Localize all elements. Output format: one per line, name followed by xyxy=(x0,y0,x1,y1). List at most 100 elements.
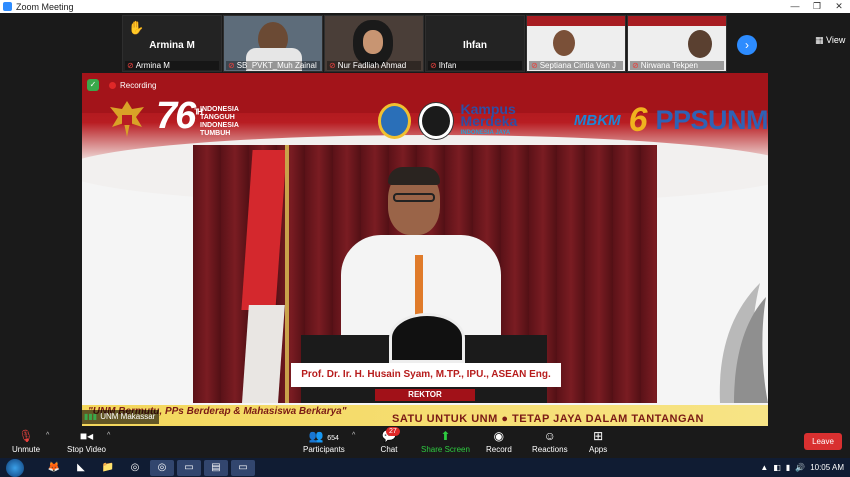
participant-video-banner xyxy=(527,16,625,26)
view-button[interactable]: ▦ View xyxy=(815,35,845,46)
speaker-nameplate: Prof. Dr. Ir. H. Husain Syam, M.TP., IPU… xyxy=(291,363,561,387)
maximize-button[interactable]: ❐ xyxy=(806,0,828,13)
chat-button[interactable]: 💬 27 Chat xyxy=(378,427,400,454)
participant-tile[interactable]: ⊘ Septiana Cintia Van J xyxy=(526,15,626,72)
slogan-text: SATU UNTUK UNM ● TETAP JAYA DALAM TANTAN… xyxy=(392,413,704,425)
next-page-icon[interactable]: › xyxy=(737,35,757,55)
building-illustration-icon xyxy=(719,283,768,403)
six-anniversary-logo: 6 xyxy=(628,101,648,139)
network-icon[interactable]: ▮ xyxy=(786,463,790,472)
participant-label: ⊘ SB_PVKT_Muh Zainal xyxy=(226,61,320,70)
participant-video-face xyxy=(363,30,383,54)
tagline-line: TANGGUH xyxy=(200,114,235,121)
muted-mic-icon: ⊘ xyxy=(228,61,235,70)
apps-icon: ⊞ xyxy=(593,429,604,443)
chat-unread-badge: 27 xyxy=(386,427,400,436)
unmute-label: Unmute xyxy=(12,445,41,454)
signal-bars-icon: ▮▮▮ xyxy=(84,412,98,421)
mbkm-logo: MBKM xyxy=(573,112,621,129)
participant-tile[interactable]: Ihfan ⊘ Ihfan xyxy=(425,15,525,72)
video-camera-icon: ■◂ xyxy=(79,429,94,443)
muted-mic-icon: ⊘ xyxy=(329,61,336,70)
unm-logo-icon xyxy=(419,102,453,139)
recording-label: Recording xyxy=(120,80,157,90)
video-options-chevron-icon[interactable]: ^ xyxy=(107,432,110,439)
muted-mic-icon: ⊘ xyxy=(531,61,538,70)
close-button[interactable]: ✕ xyxy=(828,0,850,13)
recording-indicator: ✓ Recording xyxy=(87,79,156,91)
record-label: Record xyxy=(486,445,512,454)
clock[interactable]: 10:05 AM xyxy=(810,463,844,472)
tray-app-icon[interactable]: ◧ xyxy=(773,463,781,472)
muted-mic-icon: ⊘ xyxy=(632,61,639,70)
participants-button[interactable]: 👥 654 Participants xyxy=(303,429,345,454)
tagline-line: TUMBUH xyxy=(200,130,231,137)
participant-label: ⊘ Armina M xyxy=(125,61,219,70)
zoom-taskbar-icon[interactable]: ▭ xyxy=(177,459,201,476)
leave-button[interactable]: Leave xyxy=(804,433,842,450)
start-button-icon[interactable] xyxy=(6,458,24,477)
zoom-app-icon xyxy=(3,2,12,11)
record-button[interactable]: ◉ Record xyxy=(486,429,512,454)
participant-tile[interactable]: ⊘ Nirwana Tekpen xyxy=(627,15,727,72)
participants-count: 654 xyxy=(327,435,339,442)
kampus-merdeka-logo: Kampus Merdeka INDONESIA JAYA xyxy=(461,102,566,139)
window-icon[interactable]: ▭ xyxy=(231,459,255,476)
participant-name: Armina M xyxy=(135,61,170,70)
speaker-video: Prof. Dr. Ir. H. Husain Syam, M.TP., IPU… xyxy=(193,145,657,403)
participant-gallery: ✋ Armina M ⊘ Armina M ⊘ SB_PVKT_Muh Zainal… xyxy=(0,13,850,73)
share-screen-button[interactable]: ⬆ Share Screen xyxy=(421,429,470,454)
system-tray: ▲ ◧ ▮ 🔊 10:05 AM xyxy=(760,458,844,477)
participant-label: ⊘ Ihfan xyxy=(428,61,522,70)
participant-name: Nur Fadliah Ahmad xyxy=(337,61,407,70)
unmute-button[interactable]: 🎙 Unmute xyxy=(12,429,40,454)
kemendikbud-logo-icon xyxy=(378,102,412,139)
window-controls: — ❐ ✕ xyxy=(784,0,850,13)
podium-logo-icon xyxy=(389,313,465,363)
shield-icon: ✓ xyxy=(87,79,99,91)
speaker-hair xyxy=(388,167,440,185)
participant-video-face xyxy=(688,30,712,58)
apps-button[interactable]: ⊞ Apps xyxy=(589,429,607,454)
participant-video-banner xyxy=(628,16,726,26)
window-title: Zoom Meeting xyxy=(16,1,74,12)
chrome-icon[interactable]: ◎ xyxy=(123,460,147,476)
visual-studio-icon[interactable]: ◣ xyxy=(69,460,93,476)
tray-expand-icon[interactable]: ▲ xyxy=(760,463,768,472)
minimize-button[interactable]: — xyxy=(784,0,806,13)
stop-video-button[interactable]: ■◂ Stop Video xyxy=(67,429,106,454)
chrome-window-icon[interactable]: ◎ xyxy=(150,459,174,476)
participants-options-chevron-icon[interactable]: ^ xyxy=(352,432,355,439)
muted-mic-icon: ⊘ xyxy=(127,61,134,70)
audio-options-chevron-icon[interactable]: ^ xyxy=(46,432,49,439)
participant-display-name: Ihfan xyxy=(463,40,487,51)
raised-hand-icon: ✋ xyxy=(128,20,145,35)
notes-icon[interactable]: ▤ xyxy=(204,459,228,476)
participant-tile[interactable]: ✋ Armina M ⊘ Armina M xyxy=(122,15,222,72)
apps-label: Apps xyxy=(589,445,608,454)
volume-icon[interactable]: 🔊 xyxy=(795,463,805,472)
participant-label: ⊘ Septiana Cintia Van J xyxy=(529,61,623,70)
reactions-icon: ☺ xyxy=(543,429,556,443)
anniversary-number: 76TH xyxy=(156,95,203,138)
participant-label: ⊘ Nirwana Tekpen xyxy=(630,61,724,70)
file-explorer-icon[interactable]: 📁 xyxy=(96,460,120,476)
flag-white xyxy=(241,305,285,403)
share-screen-label: Share Screen xyxy=(421,445,470,454)
participant-tile[interactable]: ⊘ Nur Fadliah Ahmad xyxy=(324,15,424,72)
grid-icon: ▦ xyxy=(815,35,827,45)
garuda-emblem-icon xyxy=(110,101,144,137)
participant-tile[interactable]: ⊘ SB_PVKT_Muh Zainal xyxy=(223,15,323,72)
speaker-role: REKTOR xyxy=(375,389,475,401)
reactions-label: Reactions xyxy=(532,445,568,454)
anniversary-tagline: INDONESIA TANGGUH INDONESIA TUMBUH xyxy=(200,106,239,138)
muted-mic-icon: ⊘ xyxy=(430,61,437,70)
firefox-icon[interactable]: 🦊 xyxy=(42,460,66,476)
participant-label: ⊘ Nur Fadliah Ahmad xyxy=(327,61,421,70)
speaker-glasses xyxy=(393,193,435,202)
record-dot-icon xyxy=(109,81,116,89)
reactions-button[interactable]: ☺ Reactions xyxy=(532,429,568,454)
anniversary-number-text: 76 xyxy=(156,95,196,137)
partner-logos: Kampus Merdeka INDONESIA JAYA MBKM 6 PPSU… xyxy=(378,101,768,140)
video-source-name: UNM Makassar xyxy=(100,412,156,421)
